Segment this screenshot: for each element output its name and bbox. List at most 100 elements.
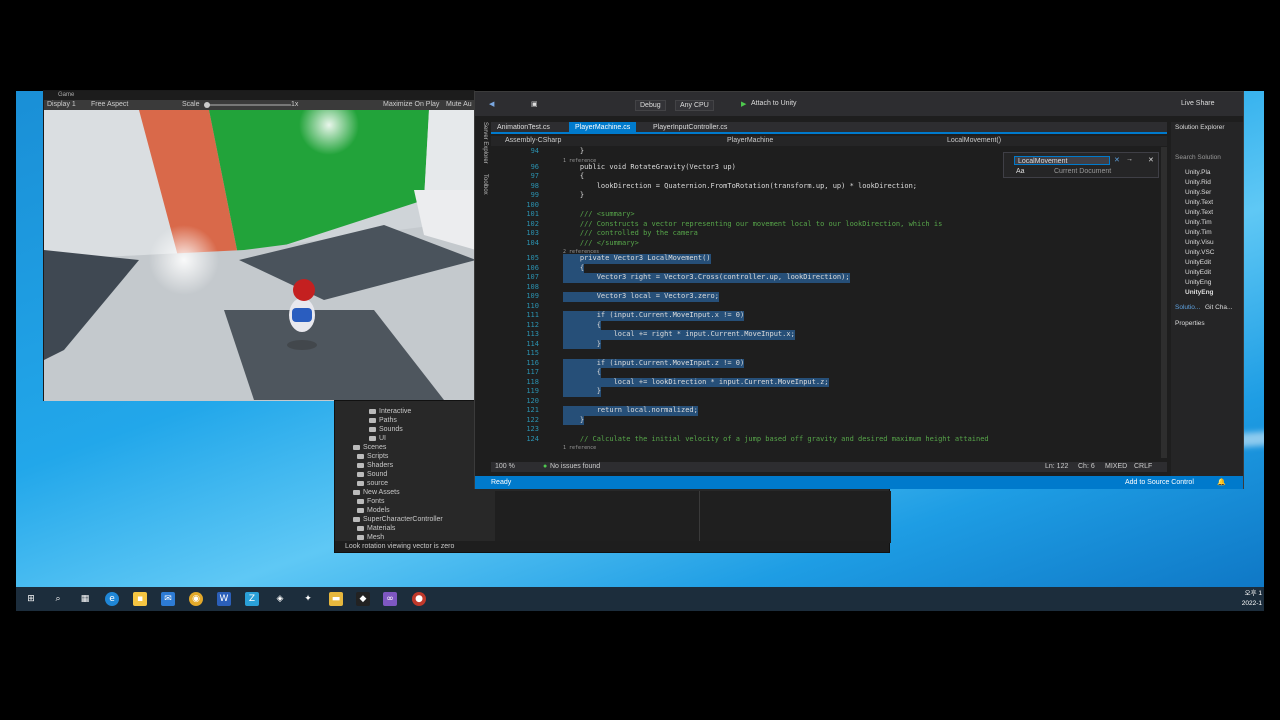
visual-studio-icon[interactable]: ∞ (383, 592, 397, 606)
find-next-icon[interactable]: → (1126, 156, 1133, 163)
tree-item[interactable]: Fonts (357, 497, 385, 506)
code-line[interactable]: 117 { (491, 368, 1167, 378)
code-line[interactable]: 107 Vector3 right = Vector3.Cross(contro… (491, 273, 1167, 283)
obs-icon[interactable]: ● (412, 592, 426, 606)
solution-item[interactable]: UnityEdit (1185, 259, 1211, 266)
code-line[interactable]: 98 lookDirection = Quaternion.FromToRota… (491, 182, 1167, 192)
member-dropdown[interactable]: LocalMovement() (947, 136, 1001, 146)
maximize-on-play-toggle[interactable]: Maximize On Play (383, 100, 439, 110)
save-icon[interactable]: ▣ (531, 100, 538, 108)
word-icon[interactable]: W (217, 592, 231, 606)
tree-item[interactable]: Scripts (357, 452, 388, 461)
whitespace-mode[interactable]: MIXED (1105, 462, 1127, 472)
code-line[interactable]: 105 private Vector3 LocalMovement() (491, 254, 1167, 264)
solution-item[interactable]: Unity.Visu (1185, 239, 1214, 246)
editor-scrollbar[interactable] (1161, 147, 1167, 458)
chrome-icon[interactable]: ◉ (189, 592, 203, 606)
tree-item[interactable]: Sounds (369, 425, 403, 434)
code-line[interactable]: 103 /// controlled by the camera (491, 229, 1167, 239)
server-explorer-tab[interactable]: Server Explorer (478, 122, 488, 172)
display-select[interactable]: Display 1 (47, 100, 76, 110)
code-line[interactable]: 121 return local.normalized; (491, 406, 1167, 416)
code-line[interactable]: 123 (491, 425, 1167, 435)
code-line[interactable]: 108 (491, 283, 1167, 293)
code-line[interactable]: 101 /// <summary> (491, 210, 1167, 220)
code-line[interactable]: 118 local += lookDirection * input.Curre… (491, 377, 1167, 387)
code-line[interactable]: 124 // Calculate the initial velocity of… (491, 435, 1167, 445)
find-close-icon[interactable]: ✕ (1148, 156, 1154, 164)
class-dropdown[interactable]: PlayerMachine (727, 136, 773, 146)
tree-item[interactable]: Shaders (357, 461, 393, 470)
unity-hub-icon[interactable]: ◈ (273, 592, 287, 606)
solution-item[interactable]: Unity.Tim (1185, 219, 1212, 226)
play-icon[interactable]: ▶ (741, 100, 746, 108)
windows-start-icon[interactable]: ⊞ (24, 592, 38, 606)
code-line[interactable]: 102 /// Constructs a vector representing… (491, 220, 1167, 230)
code-line[interactable]: 109 Vector3 local = Vector3.zero; (491, 292, 1167, 302)
column-number[interactable]: Ch: 6 (1078, 462, 1095, 472)
code-line[interactable]: 116 if (input.Current.MoveInput.z != 0) (491, 358, 1167, 368)
code-line[interactable]: 122 } (491, 415, 1167, 425)
toolbox-tab[interactable]: Toolbox (478, 174, 488, 204)
search-icon[interactable]: ⌕ (51, 592, 65, 606)
code-line[interactable]: 112 { (491, 320, 1167, 330)
file-explorer-icon[interactable]: ▬ (329, 592, 343, 606)
tree-item[interactable]: Models (357, 506, 390, 515)
notification-icon[interactable]: 🔔 (1217, 476, 1226, 489)
tree-item[interactable]: Scenes (353, 443, 386, 452)
line-endings[interactable]: CRLF (1134, 462, 1152, 472)
app-icon[interactable]: Z (245, 592, 259, 606)
solution-item[interactable]: Unity.Ser (1185, 189, 1211, 196)
code-line[interactable]: 119 } (491, 387, 1167, 397)
game-tab[interactable]: Game (44, 91, 474, 100)
code-line[interactable]: 104 /// </summary> (491, 239, 1167, 249)
tab-animationtest[interactable]: AnimationTest.cs (491, 122, 556, 134)
tab-playerinputcontroller[interactable]: PlayerInputController.cs (647, 122, 733, 134)
aspect-select[interactable]: Free Aspect (91, 100, 128, 110)
solution-item[interactable]: Unity.Text (1185, 199, 1213, 206)
platform-select[interactable]: Any CPU (675, 100, 714, 111)
code-line[interactable]: 120 (491, 397, 1167, 407)
code-line[interactable]: 111 if (input.Current.MoveInput.x != 0) (491, 311, 1167, 321)
project-dropdown[interactable]: Assembly-CSharp (505, 136, 561, 146)
console-status[interactable]: Look rotation viewing vector is zero (335, 541, 889, 552)
solution-item[interactable]: UnityEng (1185, 289, 1214, 296)
tree-item[interactable]: Sound (357, 470, 387, 479)
line-number[interactable]: Ln: 122 (1045, 462, 1068, 472)
code-line[interactable]: 115 (491, 349, 1167, 359)
store-icon[interactable]: ▪ (133, 592, 147, 606)
app-icon[interactable]: ✦ (301, 592, 315, 606)
tree-item[interactable]: UI (369, 434, 386, 443)
find-scope-select[interactable]: Current Document (1054, 168, 1111, 175)
match-case-toggle[interactable]: Aa (1016, 168, 1025, 175)
find-input[interactable]: LocalMovement (1014, 156, 1110, 165)
code-line[interactable]: 1 reference (491, 444, 1167, 454)
system-clock[interactable]: 오후 1 2022-1 (1242, 589, 1262, 609)
mail-icon[interactable]: ✉ (161, 592, 175, 606)
zoom-level[interactable]: 100 % (495, 462, 515, 472)
solution-search[interactable]: Search Solution (1175, 154, 1221, 161)
code-line[interactable]: 106 { (491, 263, 1167, 273)
tree-item[interactable]: Materials (357, 524, 395, 533)
live-share-button[interactable]: Live Share (1181, 100, 1214, 107)
code-line[interactable]: 113 local += right * input.Current.MoveI… (491, 330, 1167, 340)
add-source-control-button[interactable]: Add to Source Control (1125, 476, 1194, 489)
solution-item[interactable]: UnityEng (1185, 279, 1211, 286)
codelens-reference[interactable]: 1 reference (563, 444, 596, 454)
tree-item[interactable]: source (357, 479, 388, 488)
project-content-pane[interactable] (495, 491, 891, 543)
attach-button[interactable]: Attach to Unity (751, 100, 797, 107)
task-view-icon[interactable]: ▦ (78, 592, 92, 606)
solution-item[interactable]: Unity.Tim (1185, 229, 1212, 236)
solution-item[interactable]: Unity.VSC (1185, 249, 1215, 256)
tree-item[interactable]: SuperCharacterController (353, 515, 443, 524)
scale-slider[interactable] (206, 104, 291, 106)
solution-item[interactable]: Unity.Rid (1185, 179, 1211, 186)
git-changes-tab[interactable]: Git Cha... (1205, 304, 1232, 311)
code-editor[interactable]: 94 } 1 reference 96 public void RotateGrav… (491, 147, 1167, 458)
mute-audio-toggle[interactable]: Mute Au (446, 100, 472, 110)
code-line[interactable]: 114 } (491, 339, 1167, 349)
code-line[interactable]: 99 } (491, 191, 1167, 201)
game-viewport[interactable] (44, 110, 476, 401)
solution-item[interactable]: UnityEdit (1185, 269, 1211, 276)
